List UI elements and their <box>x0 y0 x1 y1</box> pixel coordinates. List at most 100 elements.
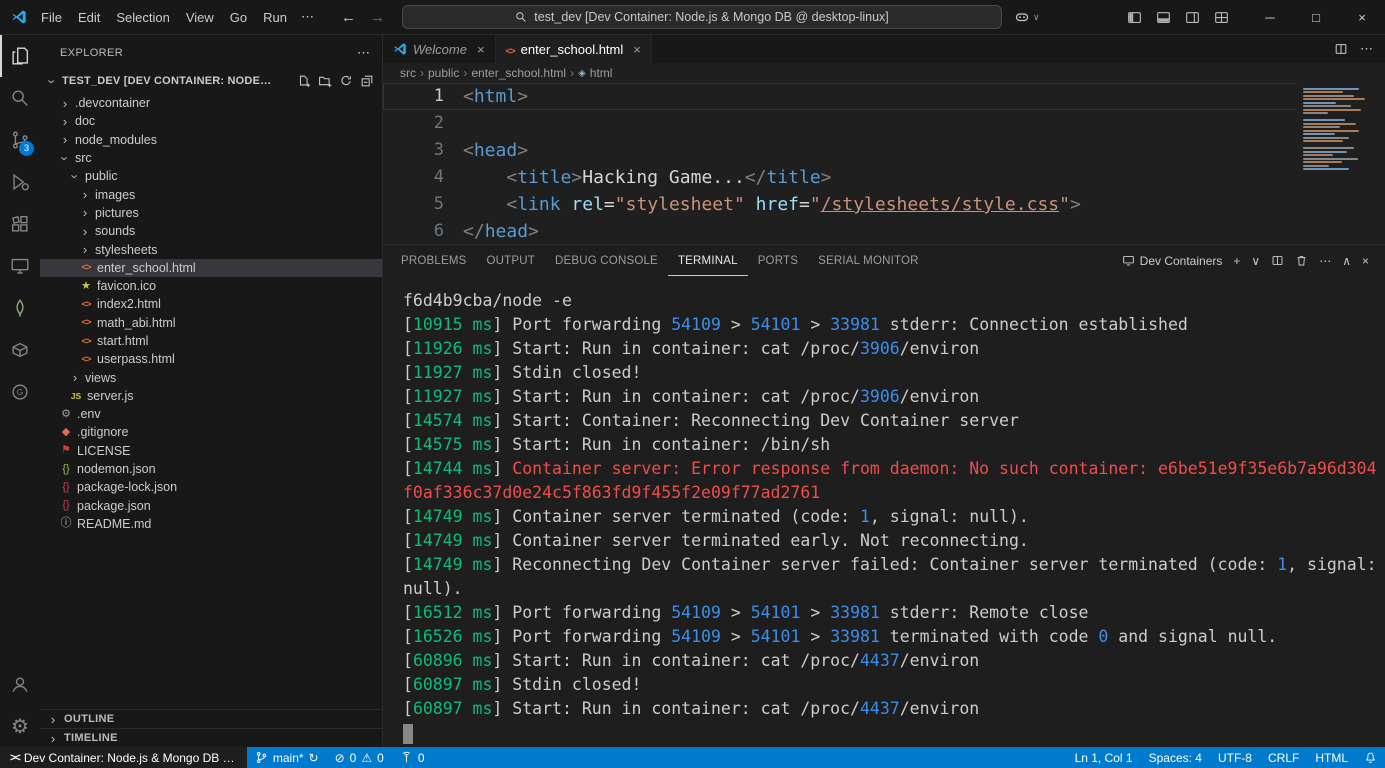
command-center[interactable]: test_dev [Dev Container: Node.js & Mongo… <box>402 5 1002 29</box>
terminal-profile[interactable]: Dev Containers <box>1122 254 1223 268</box>
tree-item-math-abi-html[interactable]: <>math_abi.html <box>40 314 382 332</box>
minimap[interactable] <box>1297 83 1385 244</box>
toggle-primary-sidebar-icon[interactable] <box>1127 10 1142 25</box>
split-editor-icon[interactable] <box>1334 42 1348 56</box>
tree-item-doc[interactable]: ›doc <box>40 112 382 130</box>
activity-extensions-icon[interactable] <box>0 203 40 245</box>
activity-gitlens-icon[interactable]: G <box>0 371 40 413</box>
minimize-button[interactable]: ─ <box>1247 0 1293 34</box>
code-line[interactable]: 1<html> <box>383 83 1385 110</box>
toggle-panel-icon[interactable] <box>1156 10 1171 25</box>
explorer-more-actions-icon[interactable]: ⋯ <box>357 45 370 61</box>
tree-item-start-html[interactable]: <>start.html <box>40 332 382 350</box>
panel-tab-output[interactable]: OUTPUT <box>477 245 545 276</box>
code-editor[interactable]: 1<html>23<head>4 <title>Hacking Game...<… <box>383 83 1385 244</box>
tree-item-views[interactable]: ›views <box>40 368 382 386</box>
language-mode[interactable]: HTML <box>1307 747 1356 768</box>
encoding-indicator[interactable]: UTF-8 <box>1210 747 1260 768</box>
maximize-button[interactable]: □ <box>1293 0 1339 34</box>
activity-source-control-icon[interactable]: 3 <box>0 119 40 161</box>
menu-view[interactable]: View <box>178 0 222 34</box>
tree-item-enter-school-html[interactable]: <>enter_school.html <box>40 259 382 277</box>
settings-gear-icon[interactable]: ⚙ <box>0 705 40 747</box>
tree-item-server-js[interactable]: JSserver.js <box>40 387 382 405</box>
notifications-bell-icon[interactable] <box>1356 747 1385 768</box>
remote-indicator[interactable]: >< Dev Container: Node.js & Mongo DB @ d… <box>0 747 247 768</box>
tree-item-index2-html[interactable]: <>index2.html <box>40 295 382 313</box>
code-line[interactable]: 3<head> <box>383 137 1385 164</box>
new-folder-icon[interactable] <box>318 74 332 88</box>
activity-remote-explorer-icon[interactable] <box>0 245 40 287</box>
panel-tab-serial-monitor[interactable]: SERIAL MONITOR <box>808 245 929 276</box>
activity-explorer-icon[interactable] <box>0 35 40 77</box>
tab-welcome[interactable]: Welcome× <box>383 35 496 63</box>
menu-file[interactable]: File <box>33 0 70 34</box>
tree-item-sounds[interactable]: ›sounds <box>40 222 382 240</box>
tree-item-favicon-ico[interactable]: ★favicon.ico <box>40 277 382 295</box>
new-terminal-icon[interactable]: + <box>1233 254 1240 268</box>
breadcrumb-item-src[interactable]: src <box>400 66 416 80</box>
tree-item-pictures[interactable]: ›pictures <box>40 204 382 222</box>
toggle-secondary-sidebar-icon[interactable] <box>1185 10 1200 25</box>
tree-item-package-lock-json[interactable]: {}package-lock.json <box>40 478 382 496</box>
nav-forward-icon[interactable]: → <box>363 9 392 26</box>
copilot-menu[interactable]: ∨ <box>1008 9 1046 25</box>
outline-section[interactable]: › OUTLINE <box>40 709 382 728</box>
code-line[interactable]: 5 <link rel="stylesheet" href="/styleshe… <box>383 191 1385 218</box>
problems-indicator[interactable]: ⊘ 0 ⚠ 0 <box>327 747 392 768</box>
terminal-profile-dropdown-icon[interactable]: ∨ <box>1251 254 1260 268</box>
nav-back-icon[interactable]: ← <box>334 9 363 26</box>
menu-run[interactable]: Run <box>255 0 295 34</box>
activity-search-icon[interactable] <box>0 77 40 119</box>
panel-tab-terminal[interactable]: TERMINAL <box>668 245 748 276</box>
split-terminal-icon[interactable] <box>1271 254 1284 267</box>
tree-item-public[interactable]: ›public <box>40 167 382 185</box>
customize-layout-icon[interactable] <box>1214 10 1229 25</box>
tree-item-src[interactable]: ›src <box>40 149 382 167</box>
eol-indicator[interactable]: CRLF <box>1260 747 1307 768</box>
menu-selection[interactable]: Selection <box>108 0 177 34</box>
tree-item-gitignore[interactable]: ◆.gitignore <box>40 423 382 441</box>
menu-edit[interactable]: Edit <box>70 0 108 34</box>
timeline-section[interactable]: › TIMELINE <box>40 728 382 747</box>
ports-indicator[interactable]: 0 <box>392 747 433 768</box>
breadcrumb-item-public[interactable]: public <box>428 66 459 80</box>
tree-item-node-modules[interactable]: ›node_modules <box>40 131 382 149</box>
tree-item-env[interactable]: ⚙.env <box>40 405 382 423</box>
tab-enter-school-html[interactable]: <>enter_school.html× <box>496 35 652 63</box>
account-icon[interactable] <box>0 663 40 705</box>
breadcrumb-item-enter-school-html[interactable]: enter_school.html <box>471 66 566 80</box>
tree-item-devcontainer[interactable]: ›.devcontainer <box>40 94 382 112</box>
maximize-panel-icon[interactable]: ∧ <box>1342 254 1351 268</box>
cursor-position[interactable]: Ln 1, Col 1 <box>1067 747 1141 768</box>
editor-more-actions-icon[interactable]: ⋯ <box>1360 41 1373 57</box>
new-file-icon[interactable] <box>297 74 311 88</box>
close-tab-icon[interactable]: × <box>477 42 485 57</box>
branch-indicator[interactable]: main* ↻ <box>247 747 327 768</box>
refresh-icon[interactable] <box>339 74 353 88</box>
tree-item-license[interactable]: ⚑LICENSE <box>40 442 382 460</box>
kill-terminal-icon[interactable] <box>1295 254 1308 267</box>
menu-go[interactable]: Go <box>222 0 255 34</box>
close-tab-icon[interactable]: × <box>633 42 641 57</box>
code-line[interactable]: 2 <box>383 110 1385 137</box>
panel-tab-problems[interactable]: PROBLEMS <box>391 245 477 276</box>
tree-item-images[interactable]: ›images <box>40 185 382 203</box>
panel-tab-ports[interactable]: PORTS <box>748 245 808 276</box>
tree-item-stylesheets[interactable]: ›stylesheets <box>40 240 382 258</box>
tree-item-nodemon-json[interactable]: {}nodemon.json <box>40 460 382 478</box>
activity-mongodb-icon[interactable] <box>0 287 40 329</box>
collapse-all-icon[interactable] <box>360 74 374 88</box>
panel-more-actions-icon[interactable]: ⋯ <box>1319 254 1331 268</box>
menu-overflow-icon[interactable]: ⋯ <box>295 9 320 25</box>
tree-item-package-json[interactable]: {}package.json <box>40 497 382 515</box>
activity-containers-icon[interactable] <box>0 329 40 371</box>
activity-run-debug-icon[interactable] <box>0 161 40 203</box>
panel-tab-debug-console[interactable]: DEBUG CONSOLE <box>545 245 668 276</box>
code-line[interactable]: 6</head> <box>383 218 1385 244</box>
tree-item-userpass-html[interactable]: <>userpass.html <box>40 350 382 368</box>
indentation-indicator[interactable]: Spaces: 4 <box>1141 747 1210 768</box>
code-line[interactable]: 4 <title>Hacking Game...</title> <box>383 164 1385 191</box>
close-panel-icon[interactable]: × <box>1362 254 1369 268</box>
tree-item-readme-md[interactable]: ⓘREADME.md <box>40 515 382 533</box>
